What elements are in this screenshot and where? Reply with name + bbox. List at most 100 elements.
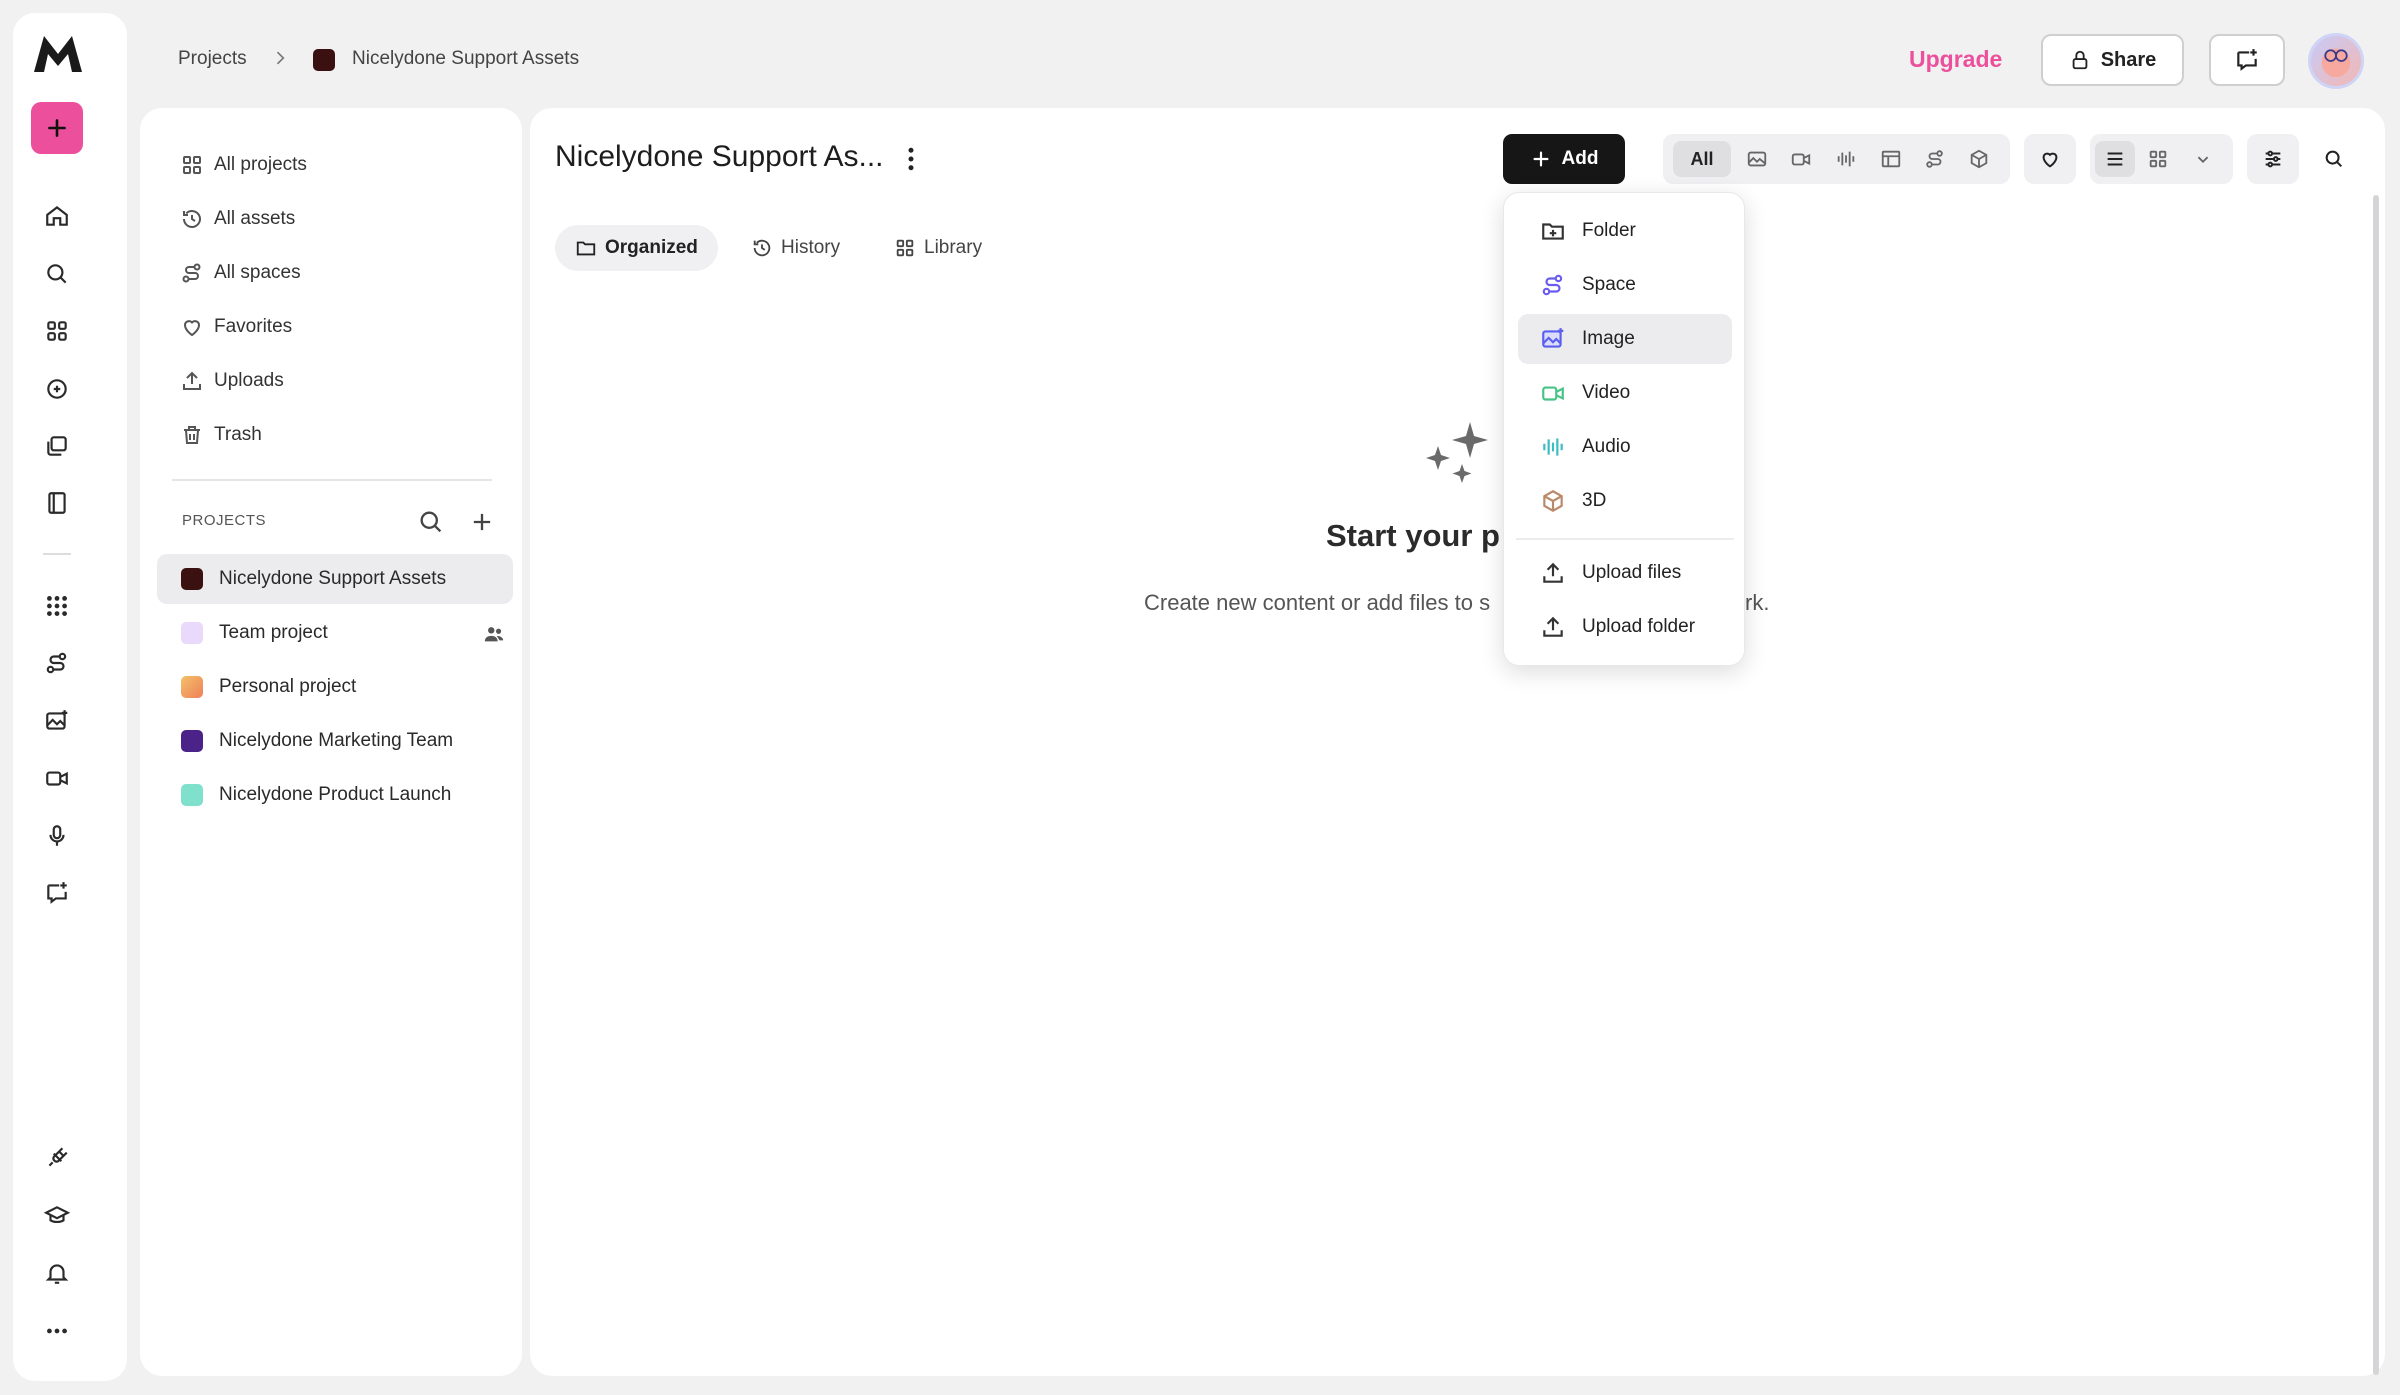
nav-label: Uploads [214,370,284,391]
rail-divider [43,553,71,555]
add-project-icon[interactable] [468,508,496,536]
filter-all-button[interactable]: All [1673,141,1731,177]
filter-image-icon[interactable] [1742,141,1772,177]
filter-board-icon[interactable] [1876,141,1906,177]
empty-state-subtitle: Create new content or add files to s [1144,590,1491,615]
app-logo[interactable] [30,30,86,78]
feedback-button[interactable] [2209,34,2285,86]
more-vertical-icon[interactable] [896,144,926,174]
add-button[interactable]: Add [1503,134,1625,184]
image-icon [1542,328,1564,348]
nav-all-assets[interactable]: All assets [180,199,295,239]
video-icon [1542,386,1564,401]
project-item[interactable]: Team project [157,608,513,658]
chevron-right-icon [270,48,290,68]
nav-trash[interactable]: Trash [180,415,262,455]
project-item[interactable]: Nicelydone Support Assets [157,554,513,604]
nav-all-projects[interactable]: All projects [180,145,307,185]
nav-uploads[interactable]: Uploads [180,361,284,401]
grid-view-icon[interactable] [2142,141,2174,177]
menu-label: Image [1582,328,1635,349]
list-view-icon[interactable] [2095,141,2135,177]
nav-favorites[interactable]: Favorites [180,307,292,347]
menu-item-upload-folder[interactable]: Upload folder [1518,602,1732,652]
learn-icon[interactable] [27,1190,87,1242]
project-label: Team project [219,622,328,643]
project-label: Nicelydone Support Assets [219,568,447,589]
filter-video-icon[interactable] [1786,141,1816,177]
breadcrumb-current[interactable]: Nicelydone Support Assets [352,46,579,72]
more-icon[interactable] [27,1305,87,1357]
home-icon[interactable] [27,190,87,242]
filter-space-icon[interactable] [1920,141,1950,177]
microphone-icon[interactable] [27,810,87,862]
apps-grid-icon[interactable] [27,305,87,357]
plus-icon [1533,151,1549,167]
create-new-button[interactable] [31,102,83,154]
projects-section-label: PROJECTS [182,512,267,529]
plugin-icon[interactable] [27,1132,87,1184]
project-label: Personal project [219,676,357,697]
nav-label: All projects [214,154,307,175]
menu-label: Video [1582,382,1631,403]
spaces-icon [182,263,201,283]
assets-icon[interactable] [27,420,87,472]
tab-history[interactable]: History [731,225,860,271]
tab-label: History [781,237,841,258]
project-item[interactable]: Nicelydone Product Launch [157,770,513,820]
filter-audio-icon[interactable] [1831,141,1861,177]
menu-item-video[interactable]: Video [1518,368,1732,418]
grid-icon [183,156,201,174]
tab-library[interactable]: Library [874,225,1002,271]
upload-icon [1543,562,1563,583]
menu-item-3d[interactable]: 3D [1518,476,1732,526]
menu-item-upload-files[interactable]: Upload files [1518,548,1732,598]
history-icon[interactable] [27,363,87,415]
tab-label: Library [924,237,983,258]
menu-label: Upload files [1582,562,1682,583]
tab-label: Organized [605,237,698,258]
breadcrumb-projects[interactable]: Projects [178,46,247,72]
add-label: Add [1561,148,1599,169]
history-icon [753,239,771,257]
heart-icon[interactable] [2034,141,2066,177]
sparkles-icon [1422,420,1494,492]
project-swatch [181,784,203,806]
project-label: Nicelydone Product Launch [219,784,452,805]
project-swatch [181,730,203,752]
trash-icon [184,426,200,444]
sliders-icon[interactable] [2257,141,2289,177]
folder-plus-icon [1542,223,1564,240]
project-item[interactable]: Nicelydone Marketing Team [157,716,513,766]
grid-icon [896,239,914,257]
menu-label: Upload folder [1582,616,1696,637]
nav-label: All spaces [214,262,301,283]
tab-organized[interactable]: Organized [555,225,718,271]
all-tools-icon[interactable] [27,580,87,632]
avatar[interactable] [2308,33,2364,89]
nav-all-spaces[interactable]: All spaces [180,253,301,293]
search-icon[interactable] [27,248,87,300]
notifications-icon[interactable] [27,1247,87,1299]
chat-ai-icon[interactable] [27,867,87,919]
nav-label: Favorites [214,316,293,337]
library-icon[interactable] [27,477,87,529]
filter-3d-icon[interactable] [1964,141,1994,177]
menu-item-image[interactable]: Image [1518,314,1732,364]
audio-icon [1543,438,1563,456]
chevron-down-icon[interactable] [2188,141,2218,177]
share-button[interactable]: Share [2041,34,2184,86]
upgrade-link[interactable]: Upgrade [1909,46,2002,73]
menu-item-folder[interactable]: Folder [1518,206,1732,256]
project-label: Nicelydone Marketing Team [219,730,454,751]
search-projects-icon[interactable] [417,508,445,536]
menu-item-space[interactable]: Space [1518,260,1732,310]
project-item[interactable]: Personal project [157,662,513,712]
scrollbar[interactable] [2373,195,2379,1375]
shared-team-icon [483,623,505,645]
menu-item-audio[interactable]: Audio [1518,422,1732,472]
video-tool-icon[interactable] [27,752,87,804]
search-icon[interactable] [2318,141,2350,177]
spaces-icon[interactable] [27,637,87,689]
image-tool-icon[interactable] [27,695,87,747]
